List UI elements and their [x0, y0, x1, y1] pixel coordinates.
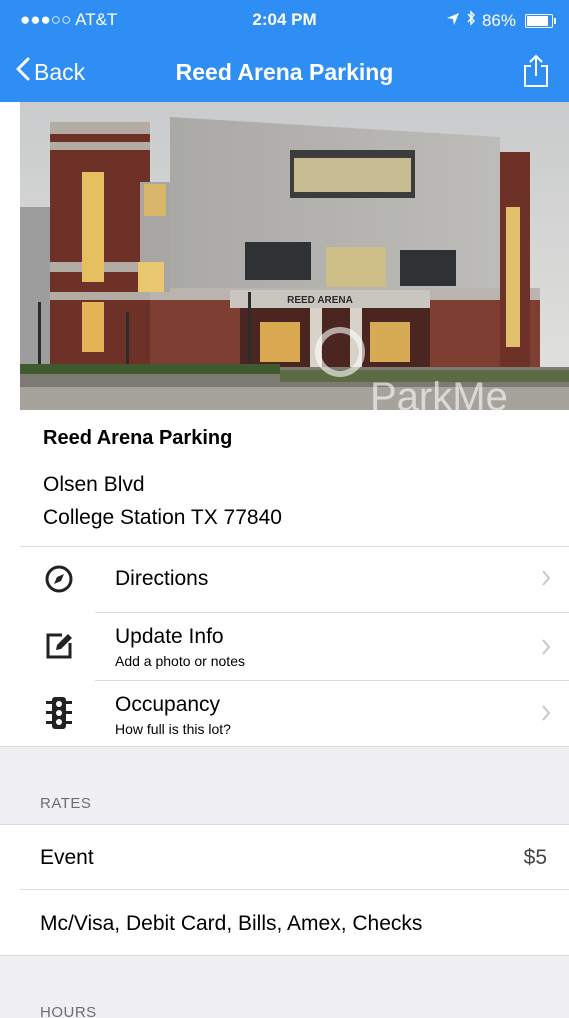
rates-section-title: RATES — [40, 795, 92, 812]
occupancy-subtitle: How full is this lot? — [115, 721, 231, 737]
building-sign: REED ARENA — [287, 295, 353, 306]
rates-section-header: RATES — [0, 746, 569, 825]
battery-icon — [525, 13, 556, 28]
back-button[interactable]: Back — [16, 50, 85, 94]
photo-watermark: ParkMe — [370, 375, 508, 410]
battery-percent: 86% — [481, 10, 516, 30]
share-icon — [523, 54, 549, 92]
rate-price: $5 — [523, 846, 547, 869]
edit-icon — [44, 631, 74, 666]
chevron-right-icon — [541, 569, 551, 592]
nav-bar: Back Reed Arena Parking — [0, 50, 569, 94]
bluetooth-icon — [466, 10, 476, 31]
back-label: Back — [34, 58, 86, 85]
update-info-label: Update Info — [115, 625, 224, 648]
payment-methods: Mc/Visa, Debit Card, Bills, Amex, Checks — [40, 912, 423, 935]
page-title: Reed Arena Parking — [175, 59, 394, 85]
chevron-right-icon — [541, 704, 551, 727]
screen: ●●●○○ AT&T 2:04 PM 86% Back Reed Arena P… — [0, 0, 569, 1018]
hours-section-header: HOURS — [0, 955, 569, 1018]
status-right: 86% — [446, 10, 556, 31]
share-button[interactable] — [523, 54, 549, 93]
divider — [20, 889, 569, 890]
header: ●●●○○ AT&T 2:04 PM 86% Back Reed Arena P… — [0, 0, 569, 102]
traffic-light-icon — [44, 695, 74, 736]
hours-section-title: HOURS — [40, 1004, 97, 1018]
status-bar: ●●●○○ AT&T 2:04 PM 86% — [0, 0, 569, 40]
chevron-right-icon — [541, 638, 551, 661]
battery-fill — [527, 15, 548, 26]
occupancy-label: Occupancy — [115, 693, 221, 716]
lot-photo: REED ARENA ParkMe — [20, 102, 569, 410]
update-info-subtitle: Add a photo or notes — [115, 653, 245, 669]
address-line-1: Olsen Blvd — [43, 473, 145, 496]
update-info-row[interactable]: Update Info Add a photo or notes — [20, 613, 569, 680]
compass-icon — [44, 564, 74, 599]
rate-label: Event — [40, 846, 94, 869]
chevron-left-icon — [16, 57, 30, 87]
directions-row[interactable]: Directions — [20, 547, 569, 612]
lot-name: Reed Arena Parking — [43, 427, 233, 449]
address-line-2: College Station TX 77840 — [43, 506, 282, 529]
occupancy-row[interactable]: Occupancy How full is this lot? — [20, 681, 569, 746]
directions-label: Directions — [115, 567, 209, 590]
location-icon — [446, 11, 460, 31]
